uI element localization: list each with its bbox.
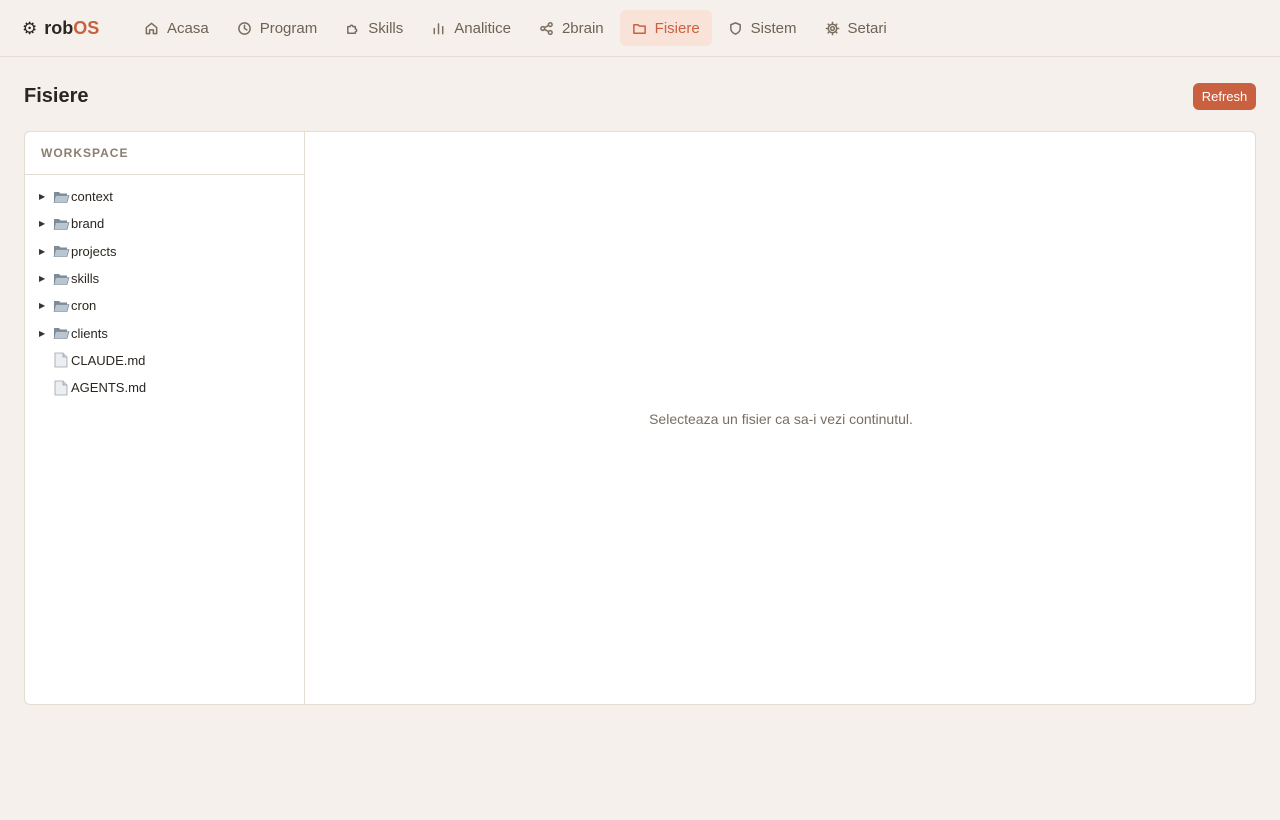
folder-open-icon — [53, 189, 70, 205]
tree-folder-cron[interactable]: ▶ cron — [25, 292, 304, 319]
nav-item-analitice[interactable]: Analitice — [419, 10, 523, 46]
file-content-area: Selecteaza un fisier ca sa-i vezi contin… — [305, 132, 1255, 704]
file-tree: ▶ context ▶ brand ▶ projects ▶ skills ▶ — [25, 175, 304, 401]
caret-right-icon[interactable]: ▶ — [39, 329, 53, 338]
tree-folder-projects[interactable]: ▶ projects — [25, 238, 304, 265]
caret-right-icon[interactable]: ▶ — [39, 247, 53, 256]
nav-item-label: Fisiere — [654, 19, 700, 37]
main-nav: Acasa Program Skills Analitice 2brain Fi… — [132, 10, 899, 46]
brand-name-prefix: rob — [44, 17, 74, 38]
tree-item-label: skills — [71, 271, 100, 287]
share-icon — [540, 21, 553, 35]
nav-item-label: 2brain — [561, 19, 604, 37]
page-title: Fisiere — [24, 85, 89, 107]
nav-item-label: Skills — [368, 19, 404, 37]
tree-file-agents-md[interactable]: AGENTS.md — [25, 374, 304, 401]
nav-item-label: Acasa — [167, 19, 209, 37]
empty-state-message: Selecteaza un fisier ca sa-i vezi contin… — [649, 411, 913, 427]
tree-folder-brand[interactable]: ▶ brand — [25, 210, 304, 237]
folder-open-icon — [53, 325, 70, 341]
nav-item-setari[interactable]: Setari — [813, 10, 899, 46]
tree-item-label: AGENTS.md — [71, 380, 147, 396]
tree-item-label: projects — [71, 243, 117, 259]
shield-icon — [729, 21, 741, 35]
folder-open-icon — [53, 243, 70, 259]
folder-open-icon — [53, 298, 70, 314]
tree-item-label: context — [71, 189, 113, 205]
file-browser-panel: WORKSPACE ▶ context ▶ brand ▶ projects ▶… — [24, 131, 1256, 705]
tree-item-label: CLAUDE.md — [71, 352, 146, 368]
clock-icon — [237, 21, 251, 35]
file-icon — [53, 352, 70, 368]
folder-open-icon — [53, 271, 70, 287]
tree-file-claude-md[interactable]: CLAUDE.md — [25, 347, 304, 374]
nav-item-skills[interactable]: Skills — [333, 10, 415, 46]
file-icon — [53, 380, 70, 396]
settings-icon — [825, 21, 839, 35]
brand-name-accent: OS — [73, 17, 100, 38]
nav-item-label: Program — [259, 19, 318, 37]
tree-folder-skills[interactable]: ▶ skills — [25, 265, 304, 292]
home-icon — [145, 22, 158, 34]
gear-icon: ⚙ — [22, 18, 38, 38]
folder-icon — [632, 23, 646, 34]
caret-right-icon[interactable]: ▶ — [39, 192, 53, 201]
nav-item-program[interactable]: Program — [225, 10, 330, 46]
nav-item-2brain[interactable]: 2brain — [527, 10, 616, 46]
nav-item-acasa[interactable]: Acasa — [132, 10, 221, 46]
tree-item-label: brand — [71, 216, 105, 232]
tree-item-label: clients — [71, 325, 108, 341]
nav-item-fisiere[interactable]: Fisiere — [619, 10, 712, 46]
caret-right-icon[interactable]: ▶ — [39, 274, 53, 283]
refresh-button[interactable]: Refresh — [1193, 83, 1256, 110]
top-navigation-bar: ⚙ robOS Acasa Program Skills Analitice 2… — [0, 0, 1280, 57]
bar-chart-icon — [433, 22, 444, 34]
sidebar-header: WORKSPACE — [25, 132, 304, 175]
tree-item-label: cron — [71, 298, 97, 314]
caret-right-icon[interactable]: ▶ — [39, 219, 53, 228]
tree-folder-context[interactable]: ▶ context — [25, 183, 304, 210]
tree-folder-clients[interactable]: ▶ clients — [25, 319, 304, 346]
nav-item-sistem[interactable]: Sistem — [716, 10, 809, 46]
brand-logo[interactable]: ⚙ robOS — [22, 15, 99, 41]
nav-item-label: Analitice — [454, 19, 511, 37]
nav-item-label: Sistem — [750, 19, 797, 37]
folder-open-icon — [53, 216, 70, 232]
file-tree-sidebar: WORKSPACE ▶ context ▶ brand ▶ projects ▶… — [25, 132, 305, 704]
puzzle-icon — [347, 24, 358, 34]
nav-item-label: Setari — [847, 19, 887, 37]
caret-right-icon[interactable]: ▶ — [39, 301, 53, 310]
